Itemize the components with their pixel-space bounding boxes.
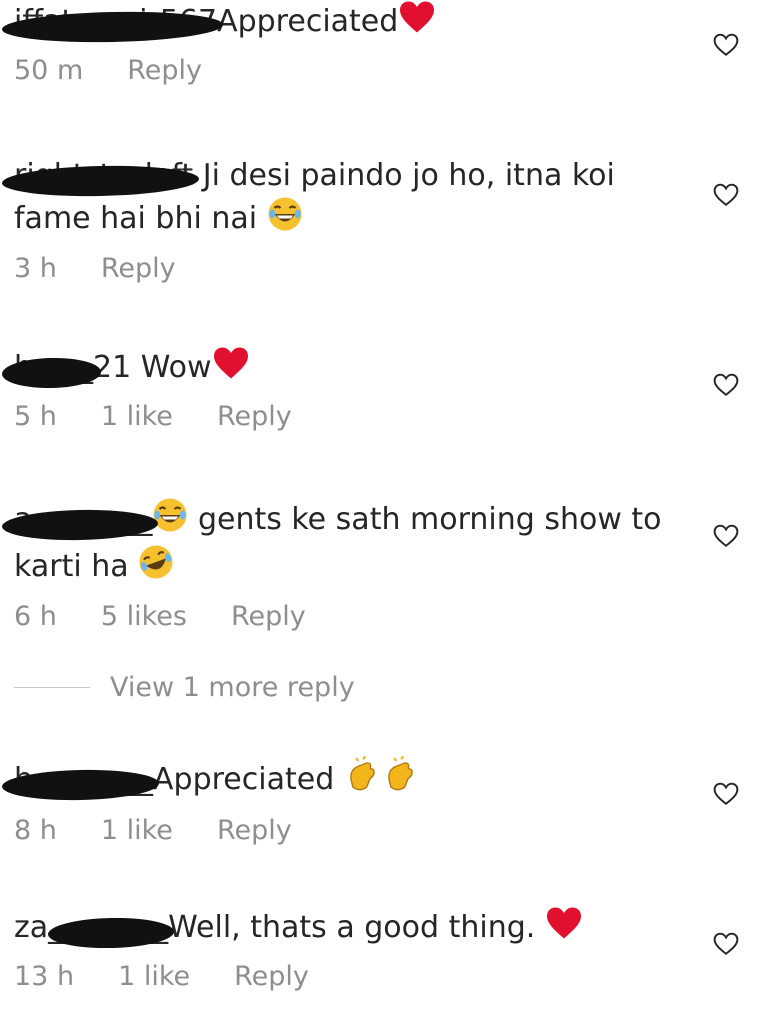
clapping-hands-icon [344, 755, 424, 805]
comment-meta: 8 h 1 like Reply [14, 815, 694, 846]
comment-time: 50 m [14, 55, 84, 86]
reply-button[interactable]: Reply [231, 601, 306, 632]
view-more-replies[interactable]: View 1 more reply [14, 672, 355, 703]
comment-meta: 6 h 5 likes Reply [14, 601, 694, 632]
comment-item: h________Appreciated 8 h 1 like Reply [1, 755, 694, 846]
reply-button[interactable]: Reply [217, 815, 292, 846]
reply-button[interactable]: Reply [217, 401, 292, 432]
comment-body: Appreciated [217, 4, 399, 39]
comment-text-line: a________ gents ke sath morning show to … [1, 497, 694, 591]
like-count[interactable]: 1 like [101, 815, 173, 846]
comment-username[interactable]: a________ [1, 502, 159, 542]
like-heart-icon[interactable] [713, 523, 739, 549]
comment-meta: 50 m Reply [14, 55, 694, 86]
comment-text-line: iffataamir567Appreciated [1, 0, 694, 45]
comment-meta: 13 h 1 like Reply [14, 961, 694, 992]
comment-text-line: za________Well, thats a good thing. [14, 906, 694, 951]
comment-username[interactable]: right_to_left [1, 158, 200, 199]
comment-item: right_to_left Ji desi paindo jo ho, itna… [1, 156, 694, 284]
comment-item: za________Well, thats a good thing. 13 h… [14, 906, 694, 992]
like-count[interactable]: 1 like [118, 961, 190, 992]
laughing-face-icon [267, 196, 303, 243]
like-heart-icon[interactable] [713, 781, 739, 807]
comment-body: Wow [140, 350, 212, 385]
comment-item: a________ gents ke sath morning show to … [1, 497, 694, 632]
rolling-laughing-icon [138, 544, 174, 591]
reply-button[interactable]: Reply [234, 961, 309, 992]
like-heart-icon[interactable] [713, 931, 739, 957]
comment-meta: 5 h 1 like Reply [14, 401, 694, 432]
comment-username[interactable]: h________ [1, 762, 160, 802]
comment-body: Well, thats a good thing. [168, 910, 536, 945]
like-heart-icon[interactable] [713, 372, 739, 398]
comment-time: 13 h [14, 961, 75, 992]
comment-username[interactable]: za________ [14, 910, 175, 950]
laughing-face-icon [152, 497, 188, 544]
comment-body: Appreciated [153, 762, 335, 797]
red-heart-icon [398, 0, 436, 45]
like-count[interactable]: 1 like [101, 401, 173, 432]
comment-username[interactable]: h____21 [1, 350, 131, 390]
divider-line [14, 687, 90, 688]
comment-item: h____21 Wow 5 h 1 like Reply [1, 346, 694, 432]
comment-time: 6 h [14, 601, 57, 632]
comment-meta: 3 h Reply [14, 253, 694, 284]
comment-item: iffataamir567Appreciated 50 m Reply [1, 0, 694, 86]
comment-time: 8 h [14, 815, 57, 846]
red-heart-icon [545, 906, 583, 951]
comment-time: 3 h [14, 253, 57, 284]
like-heart-icon[interactable] [713, 182, 739, 208]
comment-time: 5 h [14, 401, 57, 432]
comment-username[interactable]: iffataamir567 [1, 4, 224, 45]
like-count[interactable]: 5 likes [101, 601, 187, 632]
red-heart-icon [212, 346, 250, 391]
reply-button[interactable]: Reply [101, 253, 176, 284]
comment-text-line: h____21 Wow [1, 346, 694, 391]
reply-button[interactable]: Reply [127, 55, 202, 86]
comment-text-line: right_to_left Ji desi paindo jo ho, itna… [1, 156, 694, 243]
comment-text-line: h________Appreciated [1, 755, 694, 805]
view-more-label: View 1 more reply [110, 672, 355, 703]
like-heart-icon[interactable] [713, 32, 739, 58]
